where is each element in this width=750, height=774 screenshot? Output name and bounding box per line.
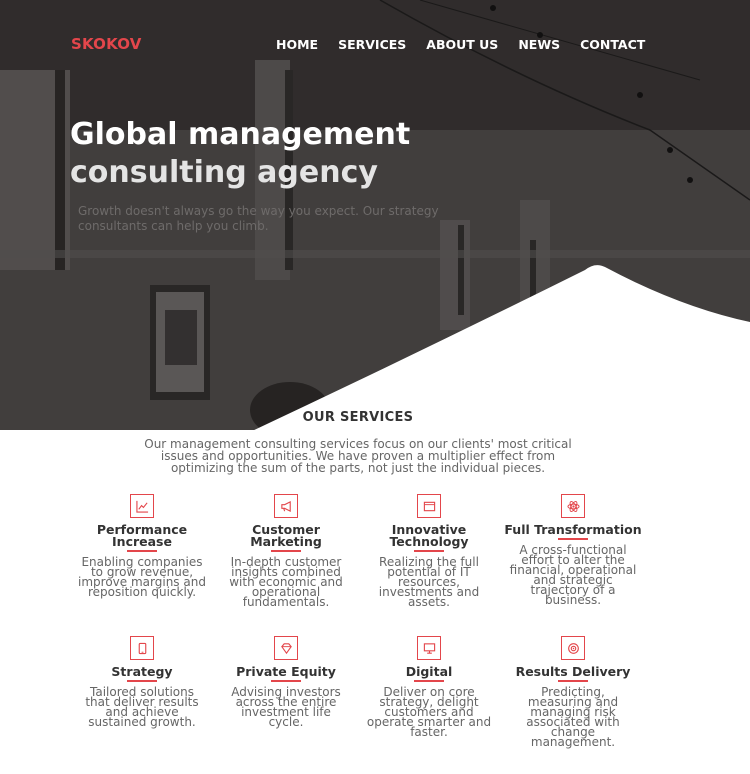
service-title: Innovative Technology (389, 522, 469, 549)
target-icon (561, 636, 585, 660)
hero-title-line2: consulting agency (70, 155, 378, 190)
nav-home[interactable]: HOME (276, 37, 318, 52)
service-card-full-transformation[interactable]: Full Transformation A cross-functional e… (503, 494, 643, 607)
hero-title-line1: Global management (70, 117, 411, 152)
title-underline (414, 550, 444, 552)
logo[interactable]: SKOKOV (71, 35, 142, 53)
services-heading: OUR SERVICES (302, 410, 414, 425)
service-title: Full Transformation (504, 522, 642, 537)
title-underline (271, 680, 301, 682)
service-desc: Deliver on core strategy, delight custom… (366, 685, 492, 739)
nav-services[interactable]: SERVICES (338, 37, 406, 52)
service-card-performance-increase[interactable]: Performance Increase Enabling companies … (72, 494, 212, 599)
nav-contact[interactable]: CONTACT (580, 37, 645, 52)
service-card-private-equity[interactable]: Private Equity Advising investors across… (216, 636, 356, 729)
hero-curve-divider (250, 265, 750, 432)
service-title: Digital (405, 664, 453, 679)
service-desc: In-depth customer insights combined with… (229, 555, 343, 609)
diamond-icon (274, 636, 298, 660)
service-desc: Tailored solutions that deliver results … (85, 685, 199, 729)
nav-news[interactable]: NEWS (518, 37, 560, 52)
service-desc: Realizing the full potential of IT resou… (378, 555, 480, 609)
service-card-innovative-technology[interactable]: Innovative Technology Realizing the full… (359, 494, 499, 609)
phone-icon (130, 636, 154, 660)
service-title: Performance Increase (96, 522, 188, 549)
service-desc: A cross-functional effort to alter the f… (509, 543, 637, 607)
megaphone-icon (274, 494, 298, 518)
browser-icon (417, 494, 441, 518)
service-title: Customer Marketing (250, 522, 322, 549)
title-underline (414, 680, 444, 682)
title-underline (558, 538, 588, 540)
service-desc: Advising investors across the entire inv… (231, 685, 341, 729)
service-card-results-delivery[interactable]: Results Delivery Predicting, measuring a… (503, 636, 643, 749)
title-underline (558, 680, 588, 682)
service-card-digital[interactable]: Digital Deliver on core strategy, deligh… (359, 636, 499, 739)
service-title: Results Delivery (515, 664, 631, 679)
title-underline (127, 550, 157, 552)
hero-subtitle: Growth doesn't always go the way you exp… (78, 204, 439, 233)
atom-icon (561, 494, 585, 518)
service-card-strategy[interactable]: Strategy Tailored solutions that deliver… (72, 636, 212, 729)
title-underline (127, 680, 157, 682)
monitor-icon (417, 636, 441, 660)
service-desc: Enabling companies to grow revenue, impr… (78, 555, 206, 599)
chart-icon (130, 494, 154, 518)
title-underline (271, 550, 301, 552)
services-intro: Our management consulting services focus… (144, 437, 572, 475)
service-card-customer-marketing[interactable]: Customer Marketing In-depth customer ins… (216, 494, 356, 609)
hero-title: Global management consulting agency (70, 116, 490, 192)
main-nav: HOME SERVICES ABOUT US NEWS CONTACT (276, 37, 665, 52)
service-title: Private Equity (236, 664, 336, 679)
nav-about-us[interactable]: ABOUT US (426, 37, 498, 52)
service-desc: Predicting, measuring and managing risk … (526, 685, 620, 749)
service-title: Strategy (111, 664, 173, 679)
